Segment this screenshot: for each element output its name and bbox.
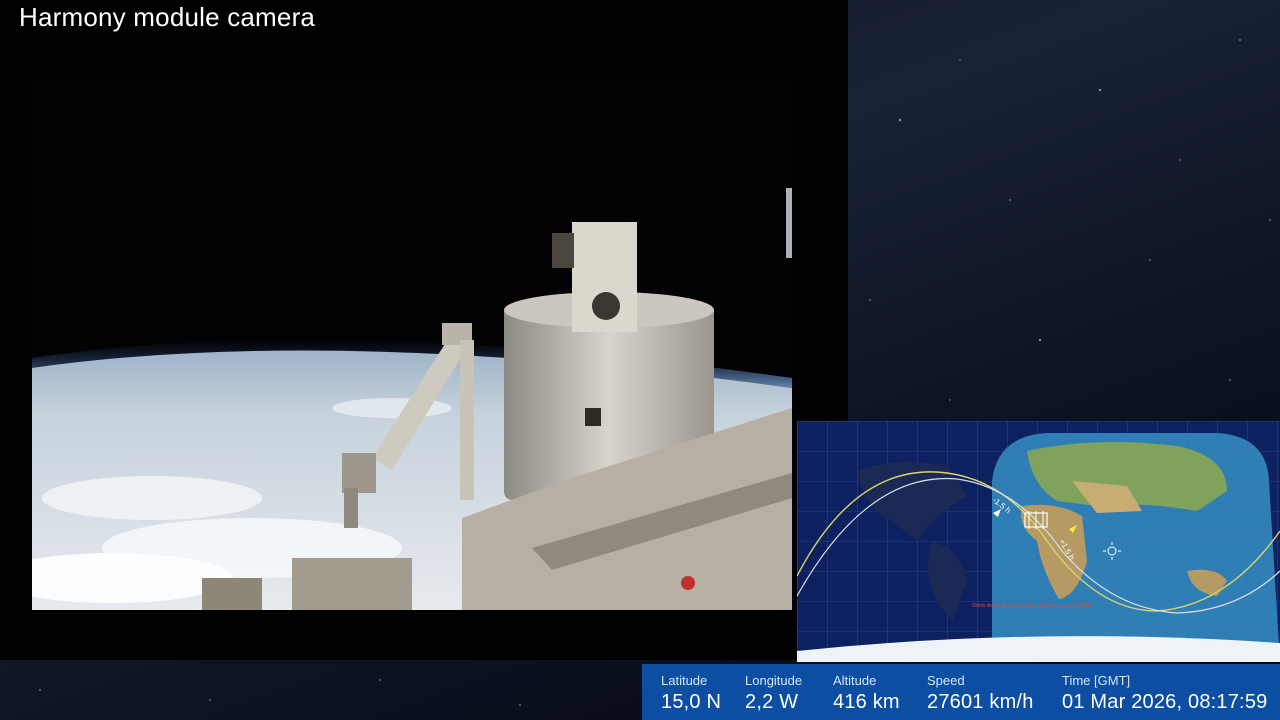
latitude-value: 15,0 N [661, 691, 722, 713]
camera-feed [32, 78, 792, 610]
altitude-value: 416 km [833, 691, 900, 713]
camera-image [32, 78, 792, 610]
latitude-readout: Latitude 15,0 N [661, 664, 721, 714]
speed-readout: Speed 27601 km/h [927, 664, 1034, 714]
latitude-label: Latitude [661, 673, 708, 688]
altitude-label: Altitude [833, 673, 877, 688]
ground-track-map: -1.5 h +1.5 h Orbits drawn using the sam… [797, 421, 1280, 662]
camera-title: Harmony module camera [19, 2, 316, 32]
speed-label: Speed [927, 673, 965, 688]
telemetry-bar: Latitude 15,0 N Longitude 2,2 W Altitude… [642, 664, 1280, 720]
longitude-label: Longitude [745, 673, 803, 688]
map-note: Orbits drawn using the same ISS time, CL… [972, 603, 1092, 609]
speed-value: 27601 km/h [927, 691, 1034, 713]
world-map: -1.5 h +1.5 h Orbits drawn using the sam… [797, 421, 1280, 662]
altitude-readout: Altitude 416 km [833, 664, 900, 714]
longitude-readout: Longitude 2,2 W [745, 664, 802, 714]
longitude-value: 2,2 W [745, 691, 799, 713]
time-value: 01 Mar 2026, 08:17:59 [1062, 691, 1268, 713]
time-readout: Time [GMT] 01 Mar 2026, 08:17:59 [1062, 664, 1267, 714]
time-label: Time [GMT] [1062, 673, 1131, 688]
